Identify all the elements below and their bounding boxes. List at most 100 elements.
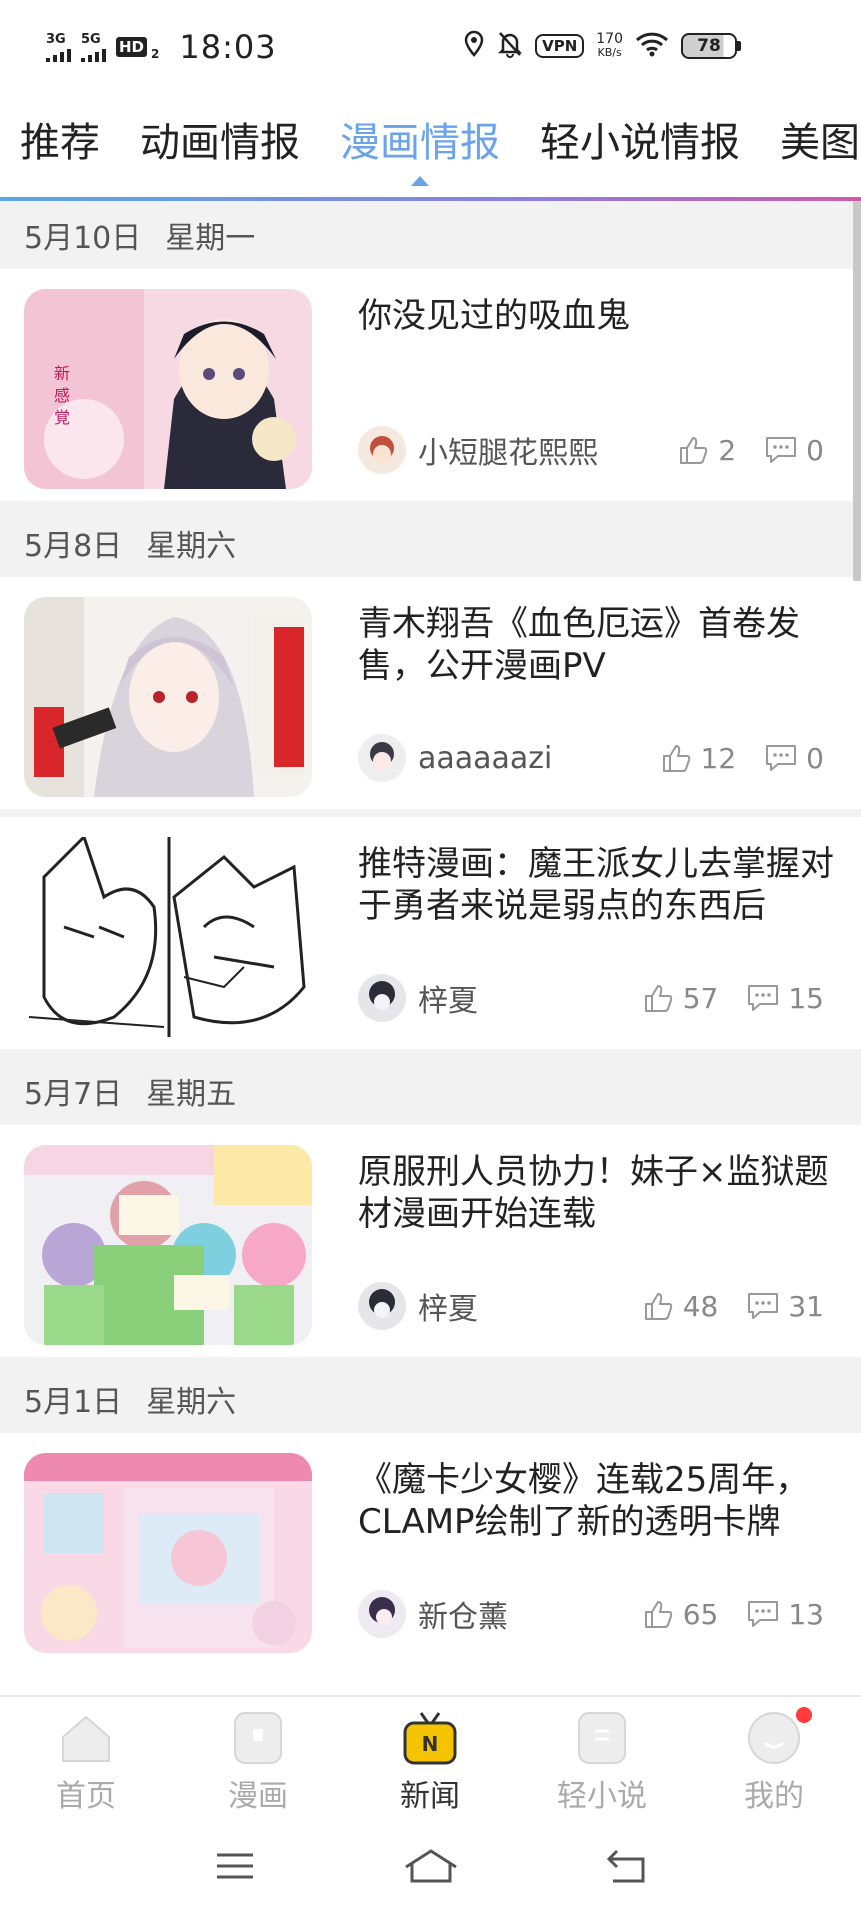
comment-icon: [748, 1601, 779, 1627]
like-count[interactable]: 48: [643, 1289, 719, 1323]
date-label: 5月10日: [24, 221, 142, 256]
like-count-value: 48: [682, 1289, 719, 1323]
battery-icon: 78: [681, 33, 741, 59]
author-name[interactable]: 新仓薰: [418, 1592, 615, 1636]
comment-count-value: 0: [806, 741, 824, 775]
comment-icon: [766, 437, 797, 463]
article-card[interactable]: 新 感 覚 你没见过的吸血鬼 小短腿花熙熙 2 0: [0, 269, 861, 509]
article-card[interactable]: 推特漫画：魔王派女儿去掌握对于勇者来说是弱点的东西后 梓夏 57 15: [0, 817, 861, 1057]
back-icon[interactable]: [605, 1847, 649, 1889]
weekday-label: 星期五: [146, 1077, 237, 1112]
tab-anime-news[interactable]: 动画情报: [120, 100, 320, 200]
thumbs-up-icon: [644, 1601, 672, 1628]
mute-bell-icon: [497, 30, 523, 62]
weekday-label: 星期六: [146, 529, 237, 564]
svg-text:新: 新: [54, 364, 70, 383]
nav-news[interactable]: N 新闻: [344, 1697, 516, 1815]
svg-text:覚: 覚: [54, 408, 70, 427]
tab-gallery[interactable]: 美图: [760, 100, 861, 200]
thumbs-up-icon: [680, 437, 708, 464]
comment-count[interactable]: 13: [746, 1598, 824, 1631]
author-avatar[interactable]: [358, 1282, 406, 1330]
active-tab-indicator: [411, 176, 429, 186]
author-avatar[interactable]: [358, 734, 406, 782]
article-title: 原服刑人员协力！妹子×监狱题材漫画开始连载: [358, 1152, 829, 1234]
nav-label: 轻小说: [557, 1779, 647, 1814]
comment-count-value: 0: [806, 433, 824, 467]
comment-count[interactable]: 0: [764, 434, 824, 467]
thumbs-up-icon: [662, 745, 690, 772]
location-icon: [463, 30, 485, 62]
hd-sub-label: 2: [151, 47, 160, 61]
net-type-3g: 3G: [46, 31, 66, 47]
nav-label: 我的: [744, 1779, 804, 1814]
author-name[interactable]: 小短腿花熙熙: [418, 428, 650, 472]
article-thumbnail: [24, 597, 312, 797]
tab-recommend[interactable]: 推荐: [0, 100, 120, 200]
article-title: 青木翔吾《血色厄运》首卷发售，公开漫画PV: [358, 604, 800, 686]
nav-manga[interactable]: 漫画: [172, 1697, 344, 1815]
comment-count-value: 31: [788, 1289, 824, 1323]
manga-icon: [229, 1709, 287, 1767]
home-icon: [57, 1709, 115, 1767]
nav-label: 首页: [56, 1779, 116, 1814]
article-meta: 新仓薰 65 13: [358, 1589, 824, 1639]
article-thumbnail: [24, 1453, 312, 1653]
comment-count[interactable]: 15: [746, 982, 824, 1015]
author-avatar[interactable]: [358, 426, 406, 474]
menu-icon[interactable]: [213, 1849, 257, 1887]
notification-badge: [796, 1707, 812, 1723]
like-count[interactable]: 2: [678, 434, 736, 467]
category-tabs: 推荐 动画情报 漫画情报 轻小说情报 美图: [0, 100, 861, 200]
author-avatar[interactable]: [358, 974, 406, 1022]
date-header: 5月10日 星期一: [0, 201, 861, 269]
scrollbar-thumb[interactable]: [853, 201, 861, 581]
tab-manga-news[interactable]: 漫画情报: [320, 100, 520, 200]
thumbs-up-icon: [644, 985, 672, 1012]
like-count[interactable]: 65: [643, 1597, 719, 1631]
weekday-label: 星期六: [146, 1385, 237, 1420]
article-card[interactable]: 《魔卡少女樱》连载25周年，CLAMP绘制了新的透明卡牌 新仓薰 65 13: [0, 1433, 861, 1677]
status-bar: 3G 5G HD 2 18:03 VPN 170 KB/s 78: [0, 0, 861, 100]
article-thumbnail: [24, 1145, 312, 1345]
nav-label: 漫画: [228, 1779, 288, 1814]
svg-text:感: 感: [54, 386, 70, 405]
tab-label: 轻小说情报: [540, 120, 740, 166]
nav-light-novel[interactable]: 轻小说: [516, 1697, 688, 1815]
svg-text:N: N: [422, 1732, 439, 1756]
tab-label: 漫画情报: [340, 120, 500, 166]
hd-voice-icon: HD: [116, 37, 148, 57]
battery-level: 78: [681, 33, 737, 59]
date-header: 5月7日 星期五: [0, 1057, 861, 1125]
comment-count[interactable]: 31: [746, 1290, 824, 1323]
comment-icon: [748, 985, 779, 1011]
article-thumbnail: [24, 837, 312, 1037]
system-navigation-bar: [0, 1815, 861, 1920]
article-card[interactable]: 青木翔吾《血色厄运》首卷发售，公开漫画PV aaaaaazi 12 0: [0, 577, 861, 817]
author-name[interactable]: 梓夏: [418, 976, 615, 1020]
home-button-icon[interactable]: [402, 1847, 460, 1889]
like-count[interactable]: 57: [643, 982, 718, 1015]
signal-5g-icon: 5G: [81, 33, 106, 62]
tab-label: 美图: [780, 120, 860, 166]
comment-count[interactable]: 0: [764, 742, 824, 775]
author-name[interactable]: aaaaaazi: [418, 741, 633, 776]
weekday-label: 星期一: [165, 221, 256, 256]
article-title: 《魔卡少女樱》连载25周年，CLAMP绘制了新的透明卡牌: [358, 1460, 810, 1542]
profile-icon: [745, 1709, 803, 1767]
author-name[interactable]: 梓夏: [418, 1284, 615, 1328]
news-feed[interactable]: 5月10日 星期一 新 感 覚 你没见过的吸血鬼 小短腿花熙熙 2 0 5月8日…: [0, 201, 861, 1693]
nav-profile[interactable]: 我的: [688, 1697, 860, 1815]
comment-icon: [748, 1293, 779, 1319]
like-count-value: 2: [718, 433, 737, 467]
author-avatar[interactable]: [358, 1590, 406, 1638]
tab-light-novel-news[interactable]: 轻小说情报: [520, 100, 760, 200]
article-card[interactable]: 原服刑人员协力！妹子×监狱题材漫画开始连载 梓夏 48 31: [0, 1125, 861, 1365]
date-header: 5月1日 星期六: [0, 1365, 861, 1433]
like-count-value: 65: [682, 1597, 719, 1631]
date-label: 5月1日: [24, 1385, 123, 1420]
like-count[interactable]: 12: [661, 742, 736, 775]
article-title: 你没见过的吸血鬼: [358, 296, 630, 336]
nav-home[interactable]: 首页: [0, 1697, 172, 1815]
tab-label: 动画情报: [140, 120, 300, 166]
